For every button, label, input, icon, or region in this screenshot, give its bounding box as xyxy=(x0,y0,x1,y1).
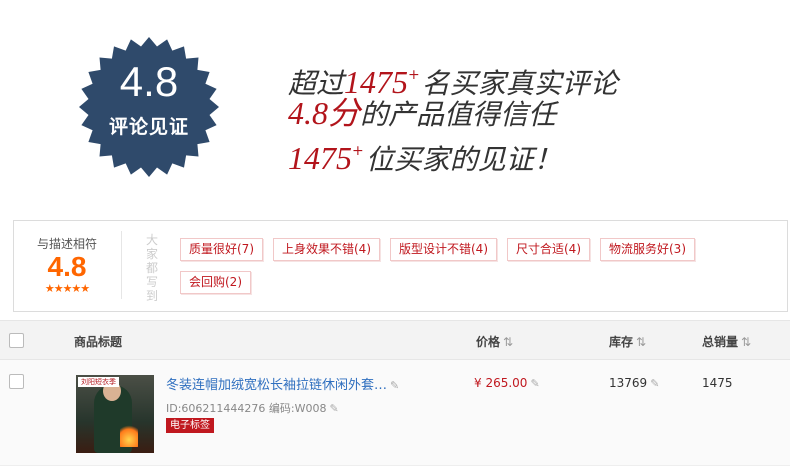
review-tag[interactable]: 物流服务好(3) xyxy=(600,238,695,261)
product-id-code: ID:606211444276 编码:W008 ✎ xyxy=(166,400,339,416)
column-stock[interactable]: 库存 ⇅ xyxy=(609,333,646,350)
claim-line-1: 超过1475+名买家真实评论 xyxy=(288,56,618,100)
sort-icon[interactable]: ⇅ xyxy=(741,335,751,349)
sort-icon[interactable]: ⇅ xyxy=(503,335,513,349)
thumbnail-banner-text: 刘阳短衣季 xyxy=(78,377,119,387)
product-total-sales: 1475 xyxy=(702,376,733,390)
claim-3-suffix: 位买家的见证！ xyxy=(365,143,562,176)
product-title-link[interactable]: 冬装连帽加绒宽松长袖拉链休闲外套… ✎ xyxy=(166,374,399,393)
review-tag[interactable]: 版型设计不错(4) xyxy=(390,238,497,261)
flame-icon xyxy=(120,423,138,447)
rating-score: 4.8 xyxy=(47,251,87,282)
star-rating-icon: ★★★★★ xyxy=(44,282,90,295)
column-title: 商品标题 xyxy=(74,335,123,349)
product-stock-text: 13769 xyxy=(609,376,648,390)
e-tag-badge[interactable]: 电子标签 xyxy=(166,418,214,433)
edit-pencil-icon[interactable]: ✎ xyxy=(390,379,399,392)
column-sales-label: 总销量 xyxy=(702,335,739,349)
product-thumbnail[interactable]: 刘阳短衣季 xyxy=(76,375,154,453)
rating-summary-panel: 与描述相符 4.8 ★★★★★ 大家都写到 质量很好(7) 上身效果不错(4) 版型… xyxy=(13,220,788,312)
column-price[interactable]: 价格 ⇅ xyxy=(476,333,513,350)
rating-label: 与描述相符 xyxy=(36,237,97,251)
review-tag-list: 质量很好(7) 上身效果不错(4) 版型设计不错(4) 尺寸合适(4) 物流服务好(3)… xyxy=(180,238,760,304)
badge-score: 4.8 xyxy=(119,58,179,105)
review-tag[interactable]: 尺寸合适(4) xyxy=(507,238,590,261)
claim-2-suffix: 的产品值得信任 xyxy=(360,98,557,131)
column-stock-label: 库存 xyxy=(609,335,634,349)
edit-pencil-icon[interactable]: ✎ xyxy=(329,402,338,415)
claim-3-plus: + xyxy=(352,143,364,159)
review-claims: 超过1475+名买家真实评论 4.8分的产品值得信任 1475+位买家的见证！ xyxy=(288,56,618,176)
rating-divider xyxy=(121,231,122,299)
row-checkbox[interactable] xyxy=(9,374,24,389)
column-price-label: 价格 xyxy=(476,335,501,349)
select-all-checkbox[interactable] xyxy=(9,333,24,348)
claim-1-plus: + xyxy=(408,67,420,83)
rating-seal-badge: 4.8 评论见证 xyxy=(78,36,220,178)
edit-pencil-icon[interactable]: ✎ xyxy=(530,377,539,390)
edit-pencil-icon[interactable]: ✎ xyxy=(650,377,659,390)
product-stock: 13769 ✎ xyxy=(609,376,659,390)
table-row: 刘阳短衣季 冬装连帽加绒宽松长袖拉链休闲外套… ✎ ID:606211444276… xyxy=(0,360,790,466)
product-price-text: ¥ 265.00 xyxy=(474,376,528,390)
product-id-text: ID:606211444276 编码:W008 xyxy=(166,402,327,415)
review-tag[interactable]: 会回购(2) xyxy=(180,271,251,294)
product-title-text: 冬装连帽加绒宽松长袖拉链休闲外套… xyxy=(166,378,388,393)
sort-icon[interactable]: ⇅ xyxy=(636,335,646,349)
everyone-says-label: 大家都写到 xyxy=(145,233,158,303)
product-table-header: 商品标题 价格 ⇅ 库存 ⇅ 总销量 ⇅ xyxy=(0,320,790,360)
claim-2-score: 4.8分 xyxy=(288,95,361,131)
description-match-rating: 与描述相符 4.8 ★★★★★ xyxy=(14,221,120,311)
review-tag[interactable]: 质量很好(7) xyxy=(180,238,263,261)
review-tag[interactable]: 上身效果不错(4) xyxy=(273,238,380,261)
product-price: ¥ 265.00 ✎ xyxy=(474,376,540,390)
badge-caption: 评论见证 xyxy=(108,116,189,138)
review-hero-banner: 4.8 评论见证 超过1475+名买家真实评论 4.8分的产品值得信任 1475… xyxy=(0,0,790,200)
claim-line-3: 1475+位买家的见证！ xyxy=(288,132,618,176)
claim-3-number: 1475 xyxy=(288,140,352,176)
column-sales[interactable]: 总销量 ⇅ xyxy=(702,333,751,350)
